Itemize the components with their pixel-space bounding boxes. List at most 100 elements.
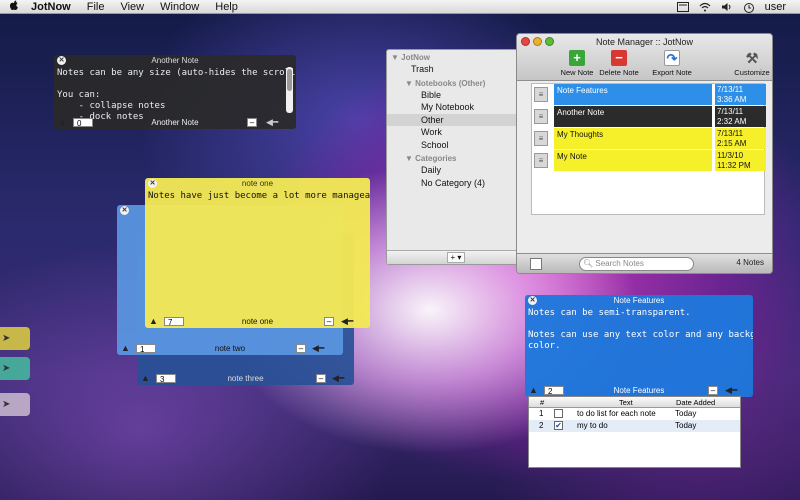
note-body[interactable]: Notes can be semi-transparent. Notes can… (525, 306, 753, 354)
notebooks-header[interactable]: ▼ Notebooks (Other) (387, 78, 517, 89)
jotnow-menulet-icon[interactable] (676, 2, 689, 12)
dock-arrow-icon: ➤ (2, 333, 11, 344)
table-row[interactable]: 1 to do list for each note Today (529, 408, 740, 420)
close-icon[interactable]: ✕ (57, 56, 66, 65)
note-list-date: 7/13/11 2:32 AM (714, 106, 766, 127)
note-list-date: 11/3/10 11:32 PM (714, 150, 766, 171)
docked-note-tab[interactable]: ➤ (0, 357, 30, 380)
delete-note-label: Delete Note (599, 68, 639, 77)
docked-note-tab[interactable]: ➤ (0, 327, 30, 350)
volume-icon[interactable] (721, 2, 733, 12)
todo-date: Today (675, 421, 697, 430)
sidebar-item-work[interactable]: Work (387, 126, 517, 139)
notebooks-header-label: Notebooks (Other) (415, 78, 486, 88)
sidebar-item-my-notebook[interactable]: My Notebook (387, 101, 517, 114)
note-footer: ▲ 0 Another Note – ◀━ (54, 116, 296, 129)
sidebar-item-bible[interactable]: Bible (387, 89, 517, 102)
sidebar-header-label: JotNow (401, 53, 431, 62)
note-footer: ▲ 1 note two – ◀━ (117, 342, 343, 355)
notebook-sidebar: ▼ JotNow Trash ▼ Notebooks (Other) Bible… (386, 49, 518, 265)
menu-window[interactable]: Window (160, 1, 199, 13)
manager-bottom-bar: 🔍︎ Search Notes 4 Notes (517, 253, 772, 273)
note-list-date: 7/13/11 3:36 AM (714, 84, 766, 105)
sidebar-item-daily[interactable]: Daily (387, 164, 517, 177)
collapse-button[interactable]: – (316, 374, 326, 383)
search-placeholder: Search Notes (595, 259, 644, 268)
note-titlebar[interactable]: ✕ Another Note (54, 55, 296, 66)
tools-icon: ⚒ (745, 50, 759, 66)
note-titlebar[interactable]: ✕ Note Features (525, 295, 753, 306)
new-note-button[interactable]: + New Note (557, 50, 597, 77)
user-menu[interactable]: user (765, 1, 786, 13)
docked-note-tab[interactable]: ➤ (0, 393, 30, 416)
note-footer: ▲ 3 note three – ◀━ (137, 372, 354, 385)
menu-extras: user (676, 0, 786, 14)
export-note-button[interactable]: ↷ Export Note (650, 50, 694, 77)
apple-menu-icon[interactable] (9, 0, 21, 14)
collapse-button[interactable]: – (708, 386, 718, 395)
dock-arrow-icon[interactable]: ◀━ (725, 386, 741, 395)
menu-file[interactable]: File (87, 1, 105, 13)
delete-note-button[interactable]: − Delete Note (597, 50, 641, 77)
document-icon: ≡ (534, 153, 548, 168)
wifi-icon[interactable] (699, 2, 711, 12)
close-icon[interactable]: ✕ (528, 296, 537, 305)
scrollbar[interactable] (286, 67, 293, 113)
note-features[interactable]: ✕ Note Features Notes can be semi-transp… (525, 295, 753, 397)
search-input[interactable]: 🔍︎ Search Notes (579, 257, 694, 271)
collapse-button[interactable]: – (296, 344, 306, 353)
dock-arrow-icon[interactable]: ◀━ (332, 374, 348, 383)
note-one[interactable]: ✕ note one Notes have just become a lot … (145, 178, 370, 328)
sidebar-item-school[interactable]: School (387, 139, 517, 152)
menu-help[interactable]: Help (215, 1, 238, 13)
note-title: Note Features (613, 296, 665, 305)
menu-view[interactable]: View (120, 1, 144, 13)
todo-date: Today (675, 409, 697, 418)
date-text: 7/13/11 (717, 85, 744, 94)
sidebar-header[interactable]: ▼ JotNow (387, 52, 517, 63)
menu-app-name[interactable]: JotNow (31, 1, 71, 13)
categories-header[interactable]: ▼ Categories (387, 153, 517, 164)
footer-title: Note Features (613, 386, 665, 395)
document-icon: ≡ (534, 109, 548, 124)
column-header-num[interactable]: # (540, 398, 544, 407)
footer-title: note one (241, 317, 274, 326)
todo-text[interactable]: to do list for each note (577, 409, 656, 418)
sidebar-item-no-category[interactable]: No Category (4) (387, 177, 517, 190)
date-text: 7/13/11 (717, 129, 744, 138)
column-header-date[interactable]: Date Added (676, 398, 715, 407)
sidebar-item-trash[interactable]: Trash (387, 63, 517, 76)
minus-icon: − (611, 50, 627, 66)
list-item[interactable]: ≡ Another Note 7/13/11 2:32 AM (532, 106, 766, 127)
sidebar-item-other[interactable]: Other (387, 113, 517, 126)
drawer-toggle-icon[interactable] (530, 258, 542, 270)
list-item[interactable]: ≡ Note Features 7/13/11 3:36 AM (532, 84, 766, 105)
dock-arrow-icon[interactable]: ◀━ (341, 317, 357, 326)
todo-checkbox[interactable]: ✔ (554, 421, 563, 430)
dock-arrow-icon: ➤ (2, 399, 11, 410)
dock-arrow-icon[interactable]: ◀━ (312, 344, 328, 353)
note-titlebar[interactable]: ✕ note one (145, 178, 370, 189)
note-title: note one (241, 179, 274, 188)
collapse-button[interactable]: – (247, 118, 257, 127)
todo-text[interactable]: my to do (577, 421, 608, 430)
customize-button[interactable]: ⚒ Customize (732, 50, 772, 77)
list-item[interactable]: ≡ My Note 11/3/10 11:32 PM (532, 150, 766, 171)
time-machine-icon[interactable] (743, 2, 755, 13)
row-number: 1 (539, 409, 544, 418)
list-item[interactable]: ≡ My Thoughts 7/13/11 2:15 AM (532, 128, 766, 149)
menu-bar: JotNow File View Window Help user (0, 0, 800, 14)
note-body[interactable]: Notes have just become a lot more manage… (145, 189, 370, 204)
document-icon: ≡ (534, 131, 548, 146)
close-icon[interactable]: ✕ (120, 206, 129, 215)
todo-checkbox[interactable] (554, 409, 563, 418)
note-another[interactable]: ✕ Another Note Notes can be any size (au… (54, 55, 296, 129)
column-header-text[interactable]: Text (619, 398, 633, 407)
dock-arrow-icon[interactable]: ◀━ (266, 118, 282, 127)
footer-title: Another Note (151, 118, 199, 127)
dock-arrow-icon: ➤ (2, 363, 11, 374)
close-icon[interactable]: ✕ (148, 179, 157, 188)
add-button[interactable]: + ▾ (447, 252, 465, 263)
collapse-button[interactable]: – (324, 317, 334, 326)
table-row[interactable]: 2 ✔ my to do Today (529, 420, 740, 432)
